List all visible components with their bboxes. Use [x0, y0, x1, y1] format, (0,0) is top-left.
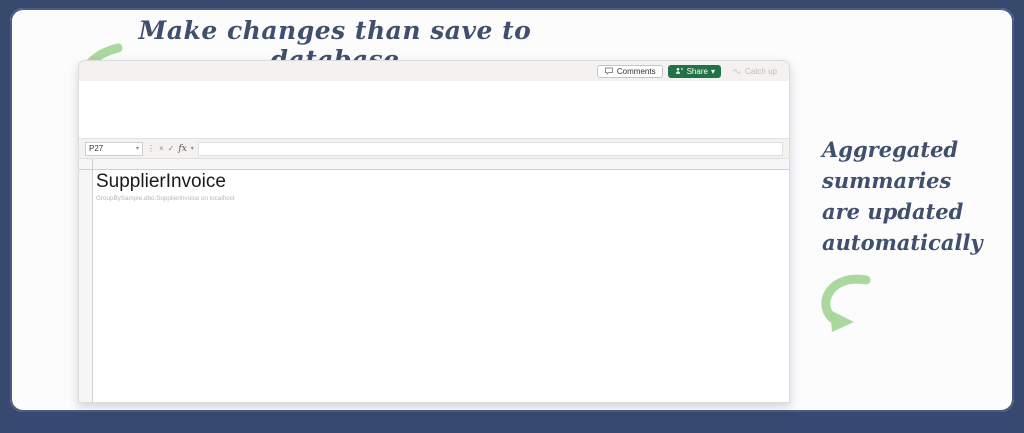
sheet-connection-subtitle: GroupBySample.dbo.SupplierInvoice on loc…: [96, 195, 235, 202]
annotation-side-note: Aggregated summaries are updated automat…: [822, 134, 983, 258]
screenshot-root: { "colors": { "accent_green": "#217346",…: [0, 0, 1024, 433]
catch-up-button[interactable]: Catch up: [726, 65, 783, 78]
row-number-gutter: [79, 170, 93, 403]
green-arrow-right-icon: [810, 270, 874, 332]
chevron-down-icon: ▾: [136, 145, 139, 152]
sheet-area: SupplierInvoice GroupBySample.dbo.Suppli…: [79, 170, 789, 403]
cancel-icon[interactable]: ×: [159, 144, 164, 153]
comments-button[interactable]: Comments: [597, 65, 663, 78]
ribbon-tab-bar: Comments Share▾ Catch up: [79, 61, 789, 81]
share-button[interactable]: Share▾: [668, 65, 721, 78]
tabbar-right-actions: Comments Share▾ Catch up: [597, 65, 783, 78]
catch-up-icon: [732, 66, 742, 76]
formula-input[interactable]: [198, 142, 783, 156]
enter-icon[interactable]: ✓: [168, 144, 175, 153]
share-icon: [674, 66, 684, 76]
chevron-down-icon: ▾: [191, 145, 194, 152]
divider-dots: ⋮: [147, 144, 155, 153]
column-headers: [79, 159, 789, 170]
select-all-corner[interactable]: [79, 159, 93, 169]
excel-window: Comments Share▾ Catch up P27▾ ⋮ × ✓ fx ▾…: [78, 60, 790, 403]
comment-icon: [604, 66, 614, 76]
ribbon: [79, 81, 789, 139]
sheet-title-cell[interactable]: SupplierInvoice: [96, 171, 226, 193]
name-box[interactable]: P27▾: [85, 142, 143, 156]
formula-bar: P27▾ ⋮ × ✓ fx ▾: [79, 139, 789, 159]
insert-function-icon[interactable]: fx: [178, 144, 186, 154]
